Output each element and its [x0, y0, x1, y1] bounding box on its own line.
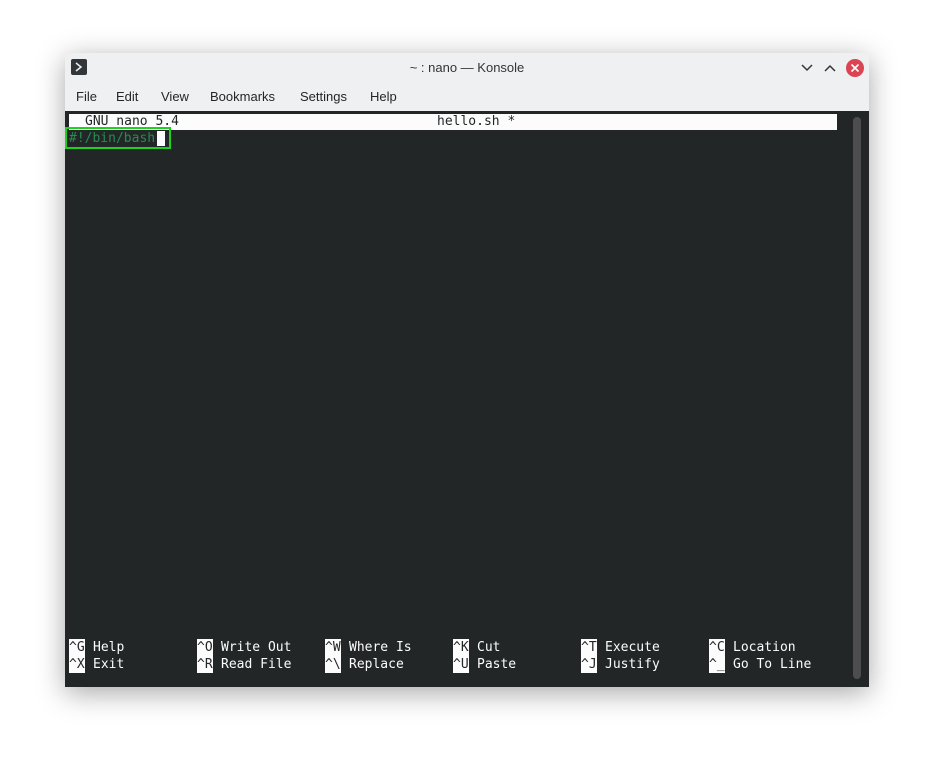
shortcut-label: Replace — [349, 657, 404, 672]
close-icon — [850, 63, 860, 73]
menu-bookmarks[interactable]: Bookmarks — [210, 83, 275, 111]
minimize-button[interactable] — [798, 59, 816, 77]
chevron-up-icon — [824, 64, 836, 72]
menu-help[interactable]: Help — [370, 83, 397, 111]
menu-file[interactable]: File — [76, 83, 97, 111]
menubar: File Edit View Bookmarks Settings Help — [65, 83, 869, 111]
shortcut-key: ^X — [69, 656, 85, 673]
titlebar[interactable]: ~ : nano — Konsole — [65, 53, 869, 83]
shortcut-key: ^J — [581, 656, 597, 673]
shortcut-key: ^O — [197, 639, 213, 656]
shortcut-key: ^R — [197, 656, 213, 673]
shortcut-key: ^C — [709, 639, 725, 656]
shortcut-label: Exit — [93, 657, 125, 672]
shortcut-label: Go To Line — [733, 657, 812, 672]
menu-view[interactable]: View — [161, 83, 189, 111]
terminal-area[interactable]: GNU nano 5.4 hello.sh * #!/bin/bash ^G H… — [65, 111, 869, 687]
shortcut-label: Location — [733, 640, 796, 655]
konsole-window: ~ : nano — Konsole File Edit View Bookma… — [65, 53, 869, 687]
menu-edit[interactable]: Edit — [116, 83, 138, 111]
shortcut-key: ^_ — [709, 656, 725, 673]
shortcut-label: Cut — [477, 640, 501, 655]
shortcut-label: Paste — [477, 657, 517, 672]
shortcut-label: Justify — [605, 657, 660, 672]
menu-settings[interactable]: Settings — [300, 83, 347, 111]
shortcut-label: Read File — [221, 657, 292, 672]
shortcut-key: ^\ — [325, 656, 341, 673]
scrollbar[interactable] — [853, 117, 861, 679]
editor-line[interactable]: #!/bin/bash — [65, 130, 837, 147]
shortcut-label: Execute — [605, 640, 660, 655]
nano-title-bar: GNU nano 5.4 hello.sh * — [69, 114, 837, 130]
highlight-box — [65, 127, 171, 149]
shortcut-key: ^W — [325, 639, 341, 656]
nano-filename: hello.sh * — [437, 114, 516, 129]
close-button[interactable] — [846, 59, 864, 77]
shortcut-label: Help — [93, 640, 125, 655]
shortcut-label: Write Out — [221, 640, 292, 655]
shortcut-key: ^T — [581, 639, 597, 656]
shortcut-key: ^U — [453, 656, 469, 673]
shortcut-key: ^K — [453, 639, 469, 656]
maximize-button[interactable] — [821, 59, 839, 77]
window-title: ~ : nano — Konsole — [409, 60, 525, 75]
shortcut-label: Where Is — [349, 640, 412, 655]
shortcut-key: ^G — [69, 639, 85, 656]
chevron-down-icon — [801, 64, 813, 72]
